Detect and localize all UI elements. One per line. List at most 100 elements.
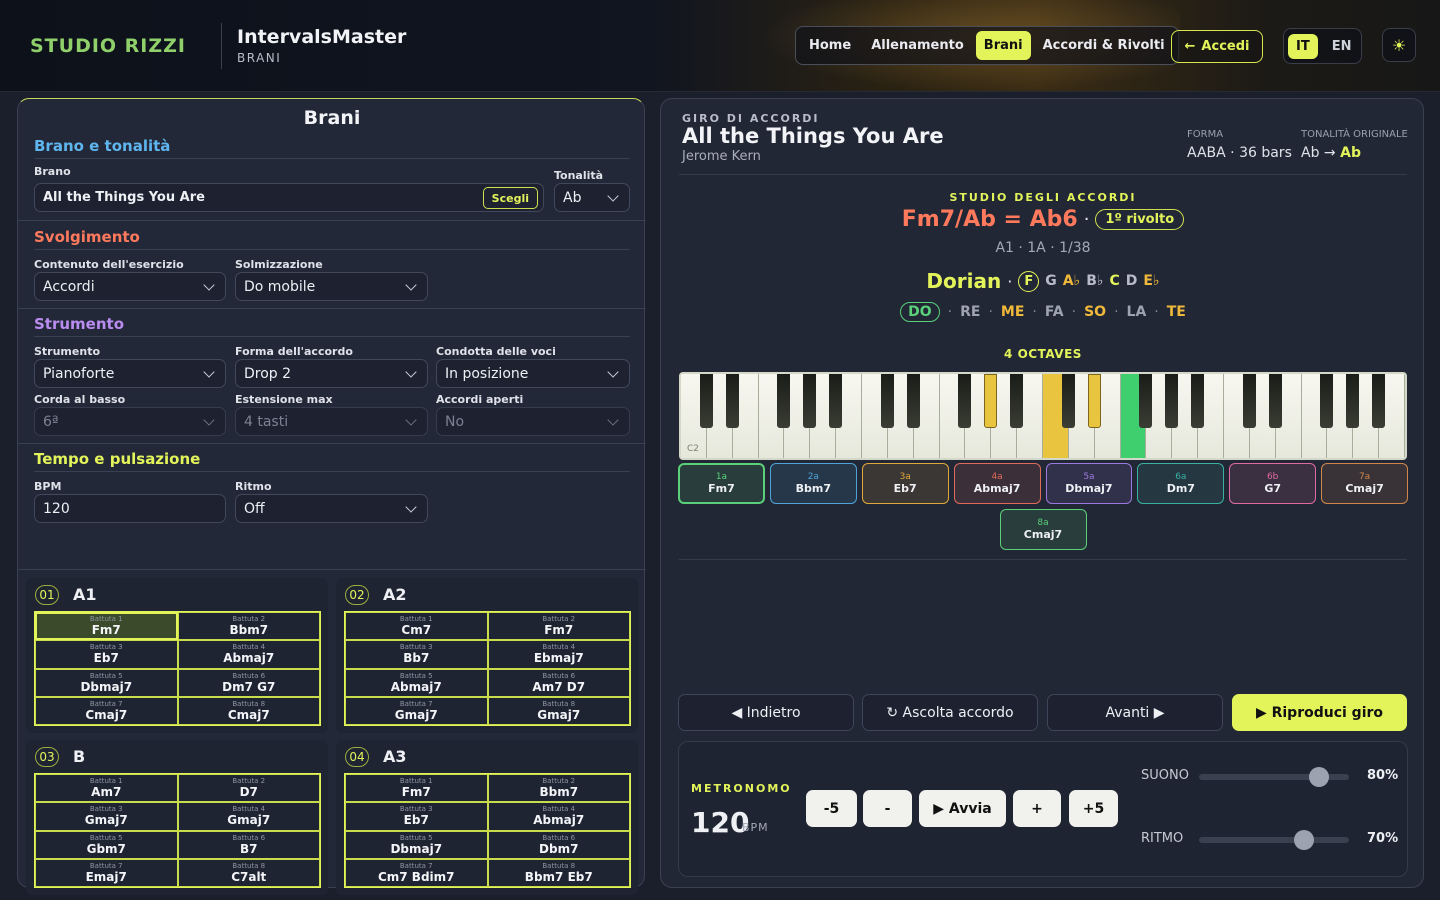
black-key[interactable] — [1346, 374, 1360, 428]
play-progression-button[interactable]: ▶ Riproduci giro — [1232, 694, 1407, 731]
bar-cell[interactable]: Battuta 3 Eb7 — [35, 640, 178, 669]
lang-en[interactable]: EN — [1324, 34, 1360, 59]
bar-cell[interactable]: Battuta 3 Gmaj7 — [35, 802, 178, 831]
open-chords-select[interactable]: No — [436, 407, 630, 436]
degree-chord-button[interactable]: 7a Cmaj7 — [1321, 463, 1408, 504]
plus-button[interactable]: + — [1013, 790, 1061, 827]
theme-toggle[interactable]: ☀ — [1382, 28, 1416, 62]
bar-cell[interactable]: Battuta 6 Dbm7 — [487, 830, 630, 859]
degree-chord-button[interactable]: 5a Dbmaj7 — [1045, 463, 1133, 504]
degree-chord-button[interactable]: 6b G7 — [1229, 463, 1317, 504]
bar-cell[interactable]: Battuta 8 Gmaj7 — [487, 696, 630, 725]
plus-5-button[interactable]: +5 — [1069, 790, 1118, 827]
black-key[interactable] — [958, 374, 972, 428]
bar-cell[interactable]: Battuta 5 Dbmaj7 — [345, 830, 488, 859]
bar-cell[interactable]: Battuta 4 Abmaj7 — [177, 640, 320, 669]
brano-field[interactable]: All the Things You Are Scegli — [34, 183, 544, 212]
black-key[interactable] — [725, 374, 739, 428]
degree-row: 8a Cmaj7 — [678, 509, 1408, 550]
bar-cell[interactable]: Battuta 6 Am7 D7 — [487, 668, 630, 697]
bar-cell[interactable]: Battuta 2 Bbm7 — [177, 612, 320, 641]
bar-cell[interactable]: Battuta 5 Gbm7 — [35, 830, 178, 859]
choose-song-button[interactable]: Scegli — [482, 187, 538, 209]
rhythm-slider[interactable] — [1199, 830, 1349, 850]
black-key[interactable] — [1061, 374, 1075, 428]
bar-cell[interactable]: Battuta 3 Eb7 — [345, 802, 488, 831]
bar-cell[interactable]: Battuta 8 C7alt — [177, 858, 320, 887]
bar-cell[interactable]: Battuta 5 Abmaj7 — [345, 668, 488, 697]
minus-button[interactable]: - — [863, 790, 912, 827]
bar-cell[interactable]: Battuta 8 Cmaj7 — [177, 696, 320, 725]
slider-handle[interactable] — [1294, 830, 1314, 850]
max-extension-select[interactable]: 4 tasti — [235, 407, 428, 436]
content-select[interactable]: Accordi — [34, 272, 226, 301]
black-key[interactable] — [1320, 374, 1334, 428]
bar-cell[interactable]: Battuta 6 B7 — [177, 830, 320, 859]
bar-cell[interactable]: Battuta 1 Cm7 — [345, 612, 488, 641]
bar-cell[interactable]: Battuta 2 Bbm7 — [487, 774, 630, 803]
black-key[interactable] — [1372, 374, 1386, 428]
login-button[interactable]: ← Accedi — [1171, 30, 1263, 63]
degree-chord-button[interactable]: 8a Cmaj7 — [999, 509, 1087, 550]
bar-cell[interactable]: Battuta 7 Gmaj7 — [345, 696, 488, 725]
bpm-input[interactable]: 120 — [34, 494, 226, 523]
voice-leading-select[interactable]: In posizione — [436, 359, 630, 388]
black-key[interactable] — [777, 374, 791, 428]
bar-cell[interactable]: Battuta 2 D7 — [177, 774, 320, 803]
rhythm-select[interactable]: Off — [235, 494, 428, 523]
start-metronome-button[interactable]: ▶ Avvia — [919, 790, 1006, 827]
bar-cell[interactable]: Battuta 8 Bbm7 Eb7 — [487, 858, 630, 887]
listen-chord-button[interactable]: ↻ Ascolta accordo — [862, 694, 1038, 731]
black-key[interactable] — [880, 374, 894, 428]
lang-it[interactable]: IT — [1288, 33, 1318, 59]
minus-5-button[interactable]: -5 — [806, 790, 857, 827]
black-key[interactable] — [906, 374, 920, 428]
studio-logo[interactable]: STUDIO RIZZI — [30, 26, 186, 66]
nav-allenamento[interactable]: Allenamento — [863, 31, 972, 60]
black-key[interactable] — [1268, 374, 1282, 428]
bar-cell[interactable]: Battuta 5 Dbmaj7 — [35, 668, 178, 697]
black-key[interactable] — [829, 374, 843, 428]
bar-cell[interactable]: Battuta 4 Ebmaj7 — [487, 640, 630, 669]
chord-shape-select[interactable]: Drop 2 — [235, 359, 428, 388]
black-key[interactable] — [1010, 374, 1024, 428]
black-key[interactable] — [803, 374, 817, 428]
open-chords-label: Accordi aperti — [436, 393, 524, 406]
bar-cell[interactable]: Battuta 7 Emaj7 — [35, 858, 178, 887]
black-key[interactable] — [1191, 374, 1205, 428]
degree-chord-button[interactable]: 4a Abmaj7 — [953, 463, 1041, 504]
bar-label: Battuta 2 — [542, 777, 576, 786]
degree-chord-button[interactable]: 2a Bbm7 — [769, 463, 857, 504]
piano-keyboard[interactable]: C2 — [679, 372, 1407, 460]
slider-handle[interactable] — [1309, 767, 1329, 787]
bar-cell[interactable]: Battuta 4 Gmaj7 — [177, 802, 320, 831]
solmization-select[interactable]: Do mobile — [235, 272, 428, 301]
bar-cell[interactable]: Battuta 6 Dm7 G7 — [177, 668, 320, 697]
bar-cell[interactable]: Battuta 3 Bb7 — [345, 640, 488, 669]
black-key[interactable] — [1087, 374, 1101, 428]
degree-chord-button[interactable]: 6a Dm7 — [1137, 463, 1225, 504]
nav-home[interactable]: Home — [801, 31, 859, 60]
degree-chord-button[interactable]: 3a Eb7 — [861, 463, 949, 504]
black-key[interactable] — [1165, 374, 1179, 428]
key-select[interactable]: Ab — [554, 183, 630, 212]
next-button[interactable]: Avanti ▶ — [1047, 694, 1223, 731]
black-key[interactable] — [984, 374, 998, 428]
bar-cell[interactable]: Battuta 1 Fm7 — [345, 774, 488, 803]
bar-cell[interactable]: Battuta 1 Fm7 — [35, 612, 178, 641]
instrument-select[interactable]: Pianoforte — [34, 359, 226, 388]
bar-cell[interactable]: Battuta 7 Cm7 Bdim7 — [345, 858, 488, 887]
black-key[interactable] — [1139, 374, 1153, 428]
bass-string-select[interactable]: 6ª — [34, 407, 226, 436]
nav-brani[interactable]: Brani — [975, 31, 1031, 60]
bar-cell[interactable]: Battuta 7 Cmaj7 — [35, 696, 178, 725]
bar-cell[interactable]: Battuta 1 Am7 — [35, 774, 178, 803]
sound-slider[interactable] — [1199, 767, 1349, 787]
bar-cell[interactable]: Battuta 2 Fm7 — [487, 612, 630, 641]
black-key[interactable] — [1242, 374, 1256, 428]
back-button[interactable]: ◀ Indietro — [678, 694, 854, 731]
nav-accordi-rivolti[interactable]: Accordi & Rivolti — [1035, 31, 1173, 60]
black-key[interactable] — [699, 374, 713, 428]
bar-cell[interactable]: Battuta 4 Abmaj7 — [487, 802, 630, 831]
degree-chord-button[interactable]: 1a Fm7 — [678, 463, 765, 504]
